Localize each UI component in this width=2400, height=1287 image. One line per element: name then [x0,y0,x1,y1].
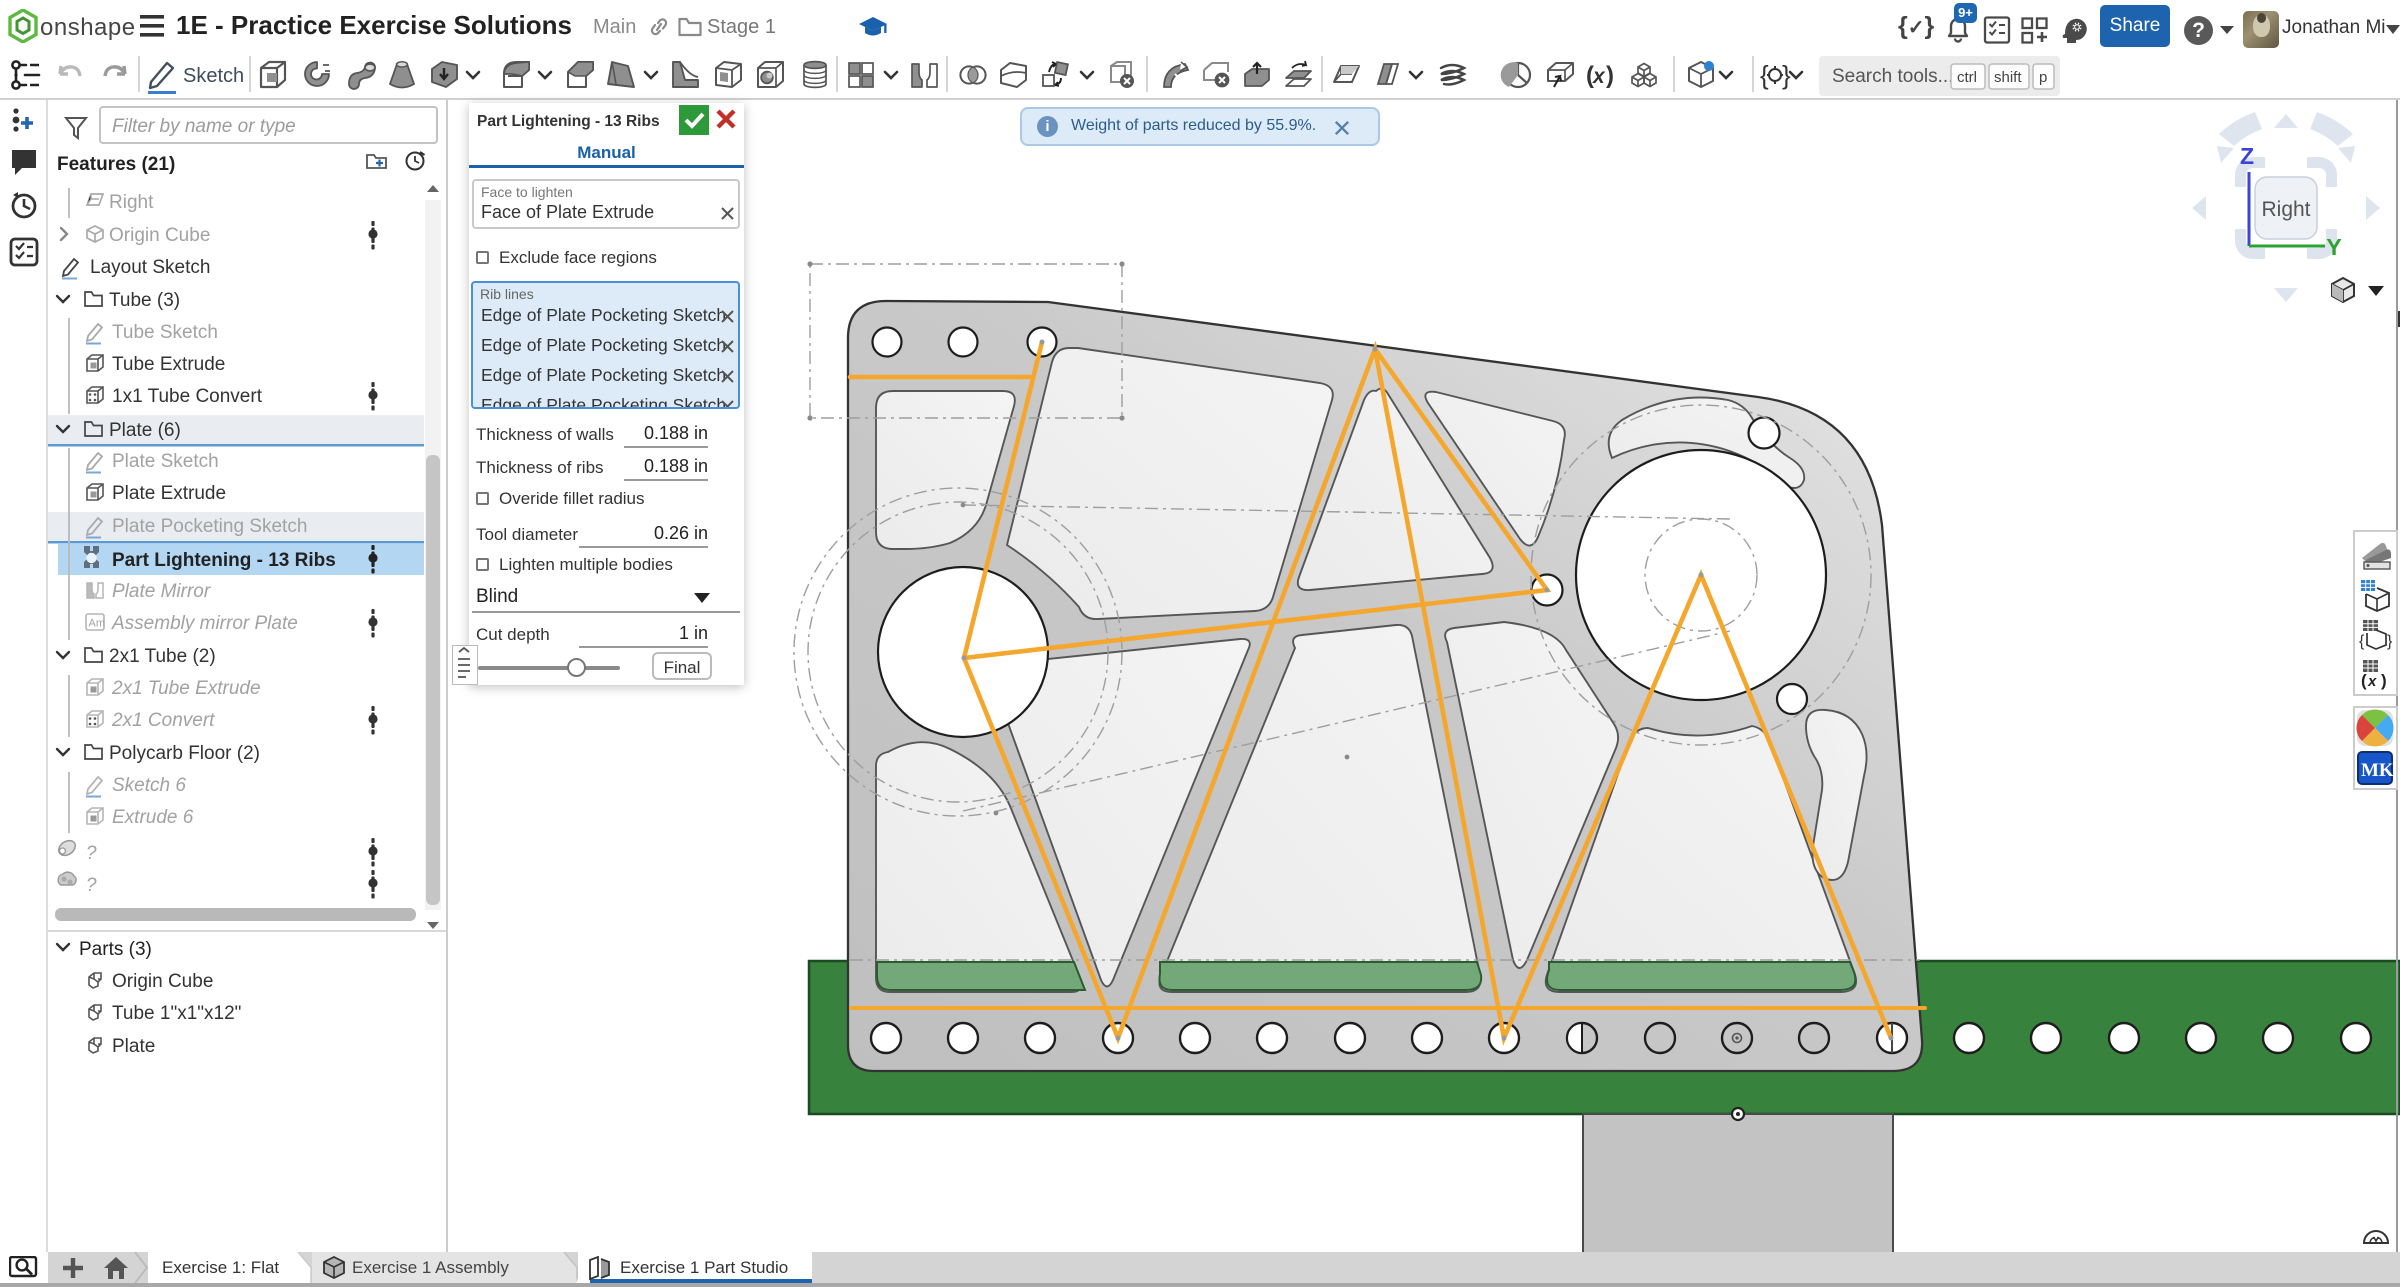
svg-text:Features (21): Features (21) [57,154,175,175]
svg-text:Search tools...: Search tools... [1832,66,1953,87]
svg-text:Right: Right [109,192,154,213]
svg-text:Filter by name or type: Filter by name or type [112,116,296,137]
svg-text:1x1 Tube Convert: 1x1 Tube Convert [112,386,263,407]
svg-text:p: p [2039,69,2047,86]
svg-text:Plate (6): Plate (6) [109,420,181,441]
svg-text:Tube Sketch: Tube Sketch [112,322,218,343]
svg-text:Plate Extrude: Plate Extrude [112,483,226,504]
svg-text:x: x [1592,65,1606,88]
svg-text:ctrl: ctrl [1957,69,1977,86]
svg-text:Tube (3): Tube (3) [109,290,180,311]
svg-text:Layout Sketch: Layout Sketch [90,257,210,278]
svg-text:Part Lightening - 13 Ribs: Part Lightening - 13 Ribs [112,550,336,571]
svg-text:Y: Y [2326,234,2341,260]
svg-text:Tube 1"x1"x12": Tube 1"x1"x12" [112,1003,241,1024]
svg-text:2x1 Tube Extrude: 2x1 Tube Extrude [111,678,261,699]
svg-text:(: ( [2361,671,2367,690]
svg-text:?: ? [86,875,97,896]
svg-text:Origin Cube: Origin Cube [109,225,210,246]
svg-text:Plate Pocketing Sketch: Plate Pocketing Sketch [112,516,307,537]
svg-text:2x1 Convert: 2x1 Convert [111,710,215,731]
svg-text:Extrude 6: Extrude 6 [112,807,194,828]
svg-text:Parts (3): Parts (3) [79,939,152,960]
svg-text:Plate Sketch: Plate Sketch [112,451,219,472]
svg-text:2x1 Tube (2): 2x1 Tube (2) [109,646,216,667]
svg-text:Tube Extrude: Tube Extrude [112,354,225,375]
svg-text:): ) [2381,671,2387,690]
svg-text:}: } [1782,60,1791,90]
svg-text:Plate Mirror: Plate Mirror [112,581,211,602]
svg-text:): ) [1606,62,1614,89]
svg-text:Sketch: Sketch [183,65,244,87]
svg-text:Plate: Plate [112,1036,155,1057]
svg-text:x: x [2367,673,2377,690]
svg-text:Assembly mirror Plate: Assembly mirror Plate [111,613,298,634]
svg-text:Right: Right [2261,198,2310,221]
svg-text:?: ? [86,843,97,864]
svg-text:Polycarb Floor (2): Polycarb Floor (2) [109,743,260,764]
svg-text:shift: shift [1994,69,2022,86]
svg-text:}: } [2387,633,2393,650]
svg-text:{: { [2359,633,2365,650]
svg-text:Am: Am [89,618,106,630]
svg-text:MK: MK [2361,760,2394,781]
svg-text:Sketch 6: Sketch 6 [112,775,186,796]
svg-text:Z: Z [2240,143,2254,169]
svg-text:Origin Cube: Origin Cube [112,971,213,992]
